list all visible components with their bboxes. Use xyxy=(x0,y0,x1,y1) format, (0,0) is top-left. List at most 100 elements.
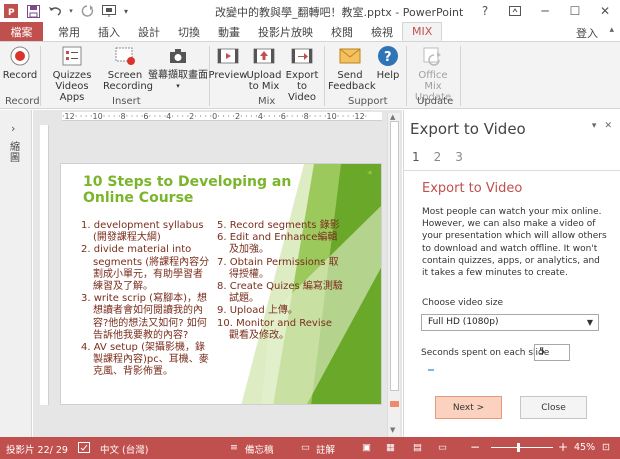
scroll-up-icon[interactable]: ▲ xyxy=(390,113,395,121)
title-bar: P ▾ ▾ 改變中的教與學_翻轉吧！教室.pptx - PowerPoint ?… xyxy=(0,0,620,22)
tab-animations[interactable]: 動畫 xyxy=(209,22,249,41)
quizzes-videos-apps-button[interactable]: Quizzes Videos Apps xyxy=(44,45,100,103)
close-button[interactable]: ✕ xyxy=(590,0,620,22)
scroll-down-icon[interactable]: ▼ xyxy=(390,426,395,434)
notes-button[interactable]: 備忘稿 xyxy=(245,442,274,456)
save-icon[interactable] xyxy=(22,0,44,22)
zoom-level[interactable]: 45% xyxy=(574,442,595,453)
tab-mix[interactable]: MIX xyxy=(402,22,443,41)
help-label: Help xyxy=(376,70,400,81)
zoom-in-icon[interactable]: + xyxy=(558,440,568,454)
zoom-slider-thumb[interactable] xyxy=(517,443,520,452)
vertical-scrollbar[interactable]: ▲ ▼ xyxy=(387,113,400,437)
screenshot-button[interactable]: 螢幕擷取畫面 ▾ xyxy=(147,45,209,92)
expand-thumbnails-icon[interactable]: › xyxy=(11,122,15,135)
video-size-select[interactable]: Full HD (1080p) ▼ xyxy=(421,314,599,331)
seconds-per-slide-input[interactable]: 5 xyxy=(534,344,570,361)
audio-marker-icon[interactable]: ◂ xyxy=(367,168,372,178)
vertical-ruler xyxy=(40,125,49,405)
group-mix-label: Mix xyxy=(258,96,276,107)
envelope-icon xyxy=(339,48,361,64)
pane-close-icon[interactable]: ✕ xyxy=(604,121,612,131)
feedback-label: Send Feedback xyxy=(328,70,376,92)
language[interactable]: 中文 (台灣) xyxy=(100,442,148,456)
scrollbar-thumb[interactable] xyxy=(390,121,399,391)
zoom-slider[interactable] xyxy=(491,447,553,448)
group-support-label: Support xyxy=(348,96,388,107)
reading-view-icon[interactable]: ▤ xyxy=(413,442,422,453)
signin-link[interactable]: 登入 xyxy=(576,25,598,41)
upload-to-mix-button[interactable]: Upload to Mix xyxy=(246,45,282,92)
ribbon-display-options-icon[interactable] xyxy=(500,0,530,22)
restore-button[interactable]: ☐ xyxy=(560,0,590,22)
pane-options-icon[interactable]: ▾ xyxy=(592,121,597,131)
screen-recording-button[interactable]: Screen Recording xyxy=(103,45,153,92)
ribbon-tabs: 檔案 常用 插入 設計 切換 動畫 投影片放映 校閱 檢視 MIX xyxy=(0,22,620,41)
export-to-video-button[interactable]: Export to Video xyxy=(283,45,321,103)
tab-view[interactable]: 檢視 xyxy=(362,22,402,41)
normal-view-icon[interactable]: ▣ xyxy=(362,442,371,453)
step-2: 2 xyxy=(433,150,442,164)
horizontal-ruler: ·12· · · ·10· · · ·8· · · ·6· · · ·4· · … xyxy=(62,112,382,121)
office-mix-update-button[interactable]: Office Mix Update xyxy=(409,45,457,103)
send-feedback-button[interactable]: Send Feedback xyxy=(328,45,376,92)
slide-sorter-icon[interactable]: ▦ xyxy=(386,442,395,453)
preview-icon xyxy=(217,48,239,64)
slide-title[interactable]: 10 Steps to Developing an Online Course xyxy=(83,174,333,206)
slideshow-view-icon[interactable]: ▭ xyxy=(438,442,447,453)
comments-icon[interactable]: ▭ xyxy=(301,442,310,453)
slide-left-column[interactable]: 1. development syllabus (開發課程大綱) 2. divi… xyxy=(81,220,211,379)
ribbon: Record Record Quizzes Videos Apps Screen… xyxy=(0,41,620,109)
powerpoint-logo-icon[interactable]: P xyxy=(0,0,22,22)
help-icon[interactable]: ? xyxy=(470,0,500,22)
customize-qat-icon[interactable]: ▾ xyxy=(120,0,132,22)
preview-button[interactable]: Preview xyxy=(209,45,247,81)
thumbnail-pane: › 縮圖 xyxy=(0,110,32,437)
slide-number[interactable]: 投影片 22/ 29 xyxy=(6,442,68,456)
minimize-button[interactable]: ─ xyxy=(530,0,560,22)
group-separator xyxy=(406,46,407,106)
quiz-icon xyxy=(62,46,82,66)
thumbnails-label[interactable]: 縮圖 xyxy=(10,142,22,164)
slide-right-column[interactable]: 5. Record segments 錄影 6. Edit and Enhanc… xyxy=(217,220,345,342)
list-item: 6. Edit and Enhance編輯及加強。 xyxy=(217,232,338,256)
group-separator xyxy=(324,46,325,106)
help-button[interactable]: ? Help xyxy=(374,45,402,81)
export-video-icon xyxy=(291,48,313,64)
help-circle-icon: ? xyxy=(378,46,398,66)
redo-icon[interactable] xyxy=(76,0,98,22)
tab-transitions[interactable]: 切換 xyxy=(169,22,209,41)
step-indicator: 1 2 3 xyxy=(412,150,463,164)
upload-label: Upload to Mix xyxy=(246,70,282,92)
tab-review[interactable]: 校閱 xyxy=(322,22,362,41)
status-bar: 投影片 22/ 29 中文 (台灣) ≡ 備忘稿 ▭ 註解 ▣ ▦ ▤ ▭ − … xyxy=(0,437,620,459)
tab-file[interactable]: 檔案 xyxy=(0,22,43,41)
update-icon xyxy=(423,47,441,66)
fit-to-window-icon[interactable]: ⊡ xyxy=(602,442,610,453)
notes-icon[interactable]: ≡ xyxy=(230,442,238,453)
start-slideshow-icon[interactable] xyxy=(98,0,120,22)
tab-slideshow[interactable]: 投影片放映 xyxy=(249,22,322,41)
next-button[interactable]: Next > xyxy=(435,396,502,419)
tab-home[interactable]: 常用 xyxy=(49,22,89,41)
zoom-out-icon[interactable]: − xyxy=(470,440,480,454)
section-title: Export to Video xyxy=(422,181,523,196)
export-to-video-pane: Export to Video ▾ ✕ 1 2 3 Export to Vide… xyxy=(403,110,620,437)
tab-insert[interactable]: 插入 xyxy=(89,22,129,41)
list-item: 5. Record segments 錄影 xyxy=(217,220,340,231)
record-button[interactable]: Record xyxy=(3,45,37,81)
undo-dropdown-icon[interactable]: ▾ xyxy=(66,0,76,22)
chevron-down-icon: ▼ xyxy=(586,318,593,327)
list-item: 2. divide material into segments (將課程內容分… xyxy=(81,244,210,293)
group-insert-label: Insert xyxy=(112,96,141,107)
video-size-label: Choose video size xyxy=(422,298,503,308)
close-pane-button[interactable]: Close xyxy=(520,396,587,419)
undo-icon[interactable] xyxy=(44,0,66,22)
group-update-label: Update xyxy=(417,96,454,107)
collapse-ribbon-icon[interactable]: ▴ xyxy=(609,25,614,35)
slide[interactable]: 10 Steps to Developing an Online Course … xyxy=(60,163,382,405)
spellcheck-icon[interactable] xyxy=(78,442,90,456)
comments-button[interactable]: 註解 xyxy=(316,442,335,456)
screenshot-label: 螢幕擷取畫面 xyxy=(148,70,208,81)
tab-design[interactable]: 設計 xyxy=(129,22,169,41)
